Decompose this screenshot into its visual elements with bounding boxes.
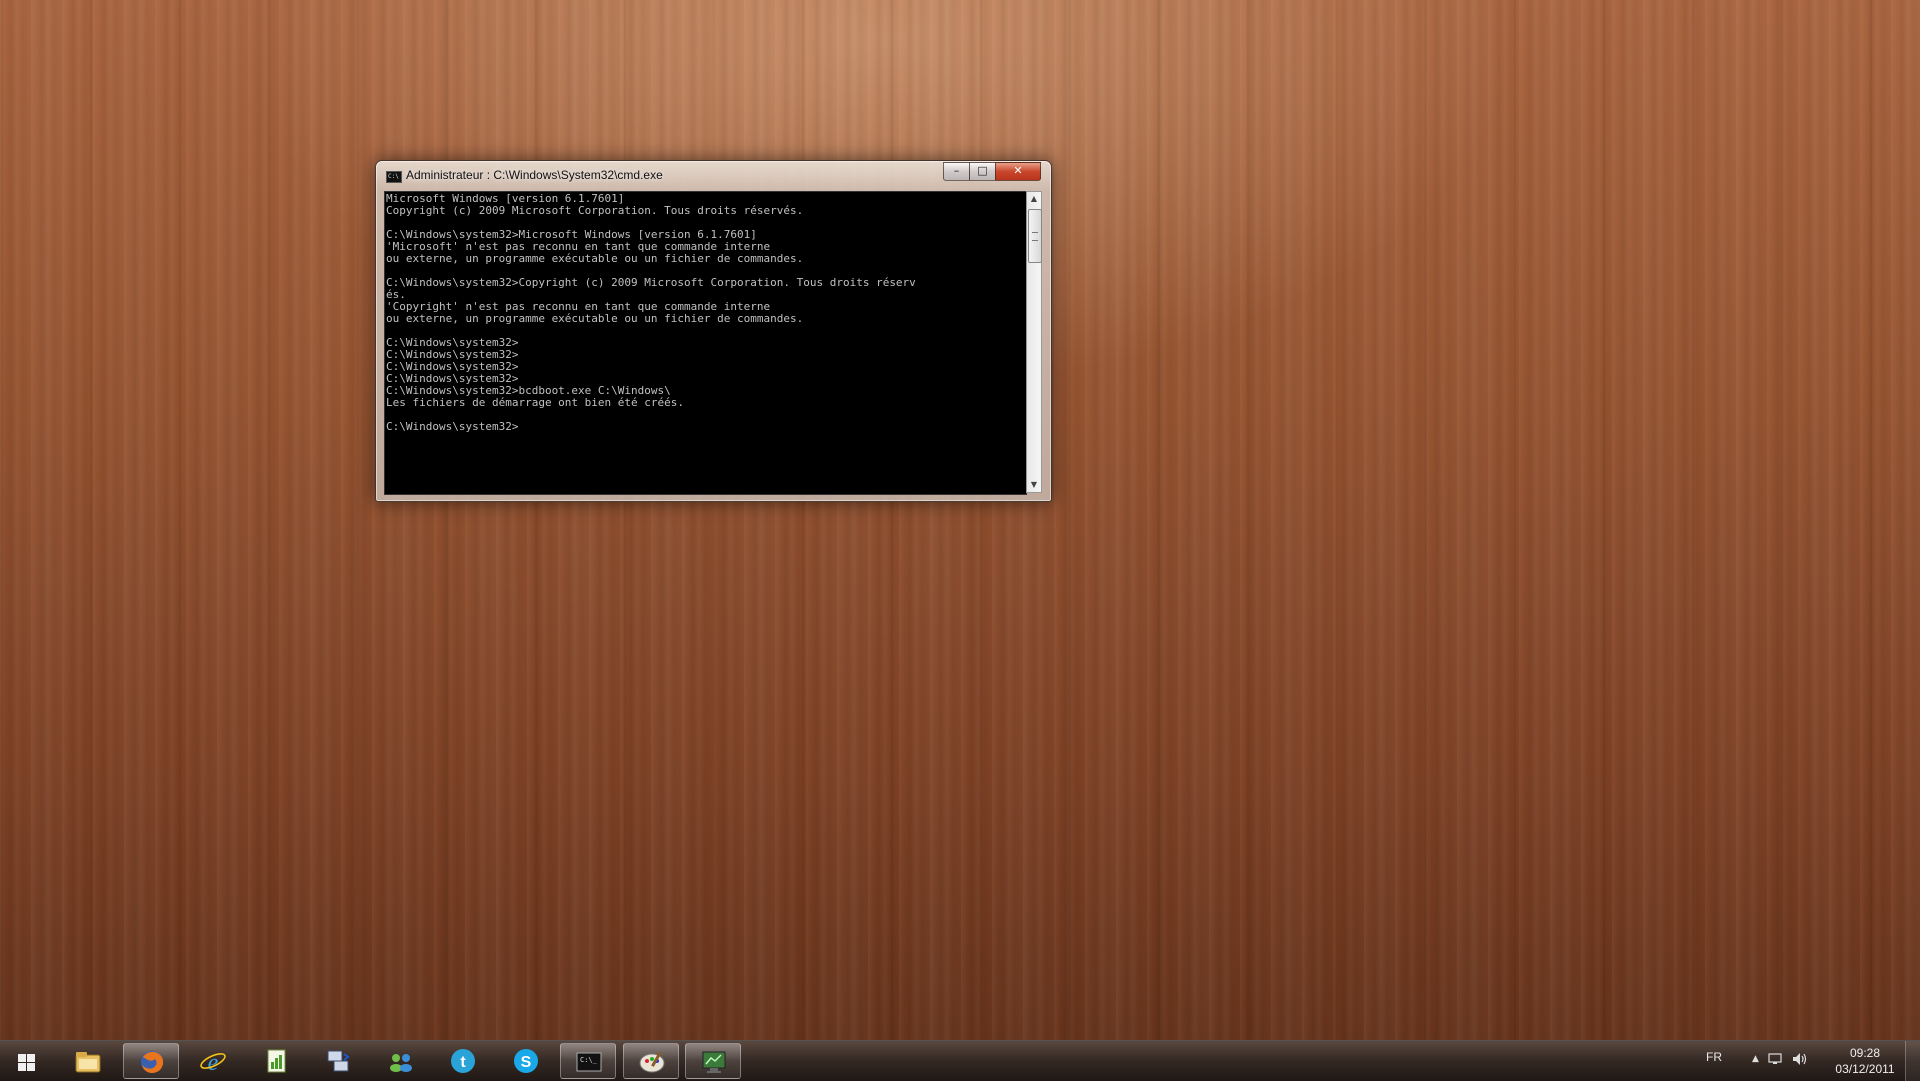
clock-date[interactable]: 03/12/2011 (1830, 1062, 1900, 1076)
show-desktop-button[interactable] (1905, 1041, 1920, 1081)
taskbar-button-monitor[interactable] (685, 1043, 741, 1079)
show-hidden-icons-icon[interactable]: ▲ (1752, 1054, 1759, 1064)
scrollbar-grip-icon (1032, 232, 1038, 241)
desktop-wallpaper (0, 0, 1920, 1040)
command-prompt-icon: C:\_ (576, 1052, 602, 1072)
svg-text:t: t (460, 1054, 466, 1071)
minimize-button[interactable]: – (943, 162, 970, 181)
maximize-button[interactable]: □ (969, 162, 996, 181)
network-icon[interactable] (1768, 1053, 1782, 1065)
close-button[interactable]: ✕ (995, 162, 1041, 181)
taskbar-button-paint[interactable] (622, 1043, 679, 1079)
network-transfer-icon (327, 1050, 350, 1072)
taskbar-button-internet-explorer[interactable]: e (185, 1043, 241, 1079)
title-bar[interactable]: C:\ Administrateur : C:\Windows\System32… (376, 161, 1051, 189)
twitter-icon: t (451, 1049, 475, 1073)
monitor-icon (702, 1051, 726, 1073)
taskbar-button-file-explorer[interactable] (60, 1043, 116, 1079)
contacts-icon (389, 1054, 412, 1072)
taskbar-button-network-transfer[interactable] (310, 1043, 366, 1079)
console-text: Microsoft Windows [version 6.1.7601] Cop… (386, 192, 916, 433)
taskbar: e t S C:\_ FR ▲ 09:28 03/12/2011 (0, 1040, 1920, 1081)
cmd-app-icon[interactable]: C:\ (386, 171, 402, 183)
vertical-scrollbar[interactable]: ▲ ▼ (1026, 191, 1042, 493)
start-button[interactable] (8, 1049, 44, 1077)
scroll-down-arrow-icon[interactable]: ▼ (1027, 478, 1041, 492)
firefox-icon (140, 1051, 163, 1073)
cmd-window[interactable]: C:\ Administrateur : C:\Windows\System32… (375, 160, 1052, 502)
clock-time[interactable]: 09:28 (1830, 1046, 1900, 1060)
system-tray: FR ▲ 09:28 03/12/2011 (1680, 1041, 1920, 1081)
scroll-up-arrow-icon[interactable]: ▲ (1027, 192, 1041, 206)
taskbar-button-skype[interactable]: S (498, 1043, 554, 1079)
console-output[interactable]: Microsoft Windows [version 6.1.7601] Cop… (384, 191, 1027, 495)
taskbar-button-command-prompt[interactable]: C:\_ (560, 1043, 616, 1079)
volume-icon[interactable] (1792, 1052, 1808, 1066)
scrollbar-thumb[interactable] (1028, 209, 1042, 263)
taskbar-button-twitter[interactable]: t (435, 1043, 491, 1079)
svg-text:C:\_: C:\_ (580, 1056, 598, 1064)
windows-logo-icon (18, 1054, 26, 1062)
window-title: Administrateur : C:\Windows\System32\cmd… (406, 168, 663, 182)
file-explorer-icon (75, 1052, 101, 1073)
notepad-chart-icon (267, 1049, 285, 1073)
internet-explorer-icon: e (200, 1050, 226, 1074)
taskbar-button-firefox[interactable] (122, 1043, 179, 1079)
taskbar-button-notepad-chart[interactable] (248, 1043, 304, 1079)
svg-text:S: S (520, 1054, 531, 1071)
taskbar-button-contacts[interactable] (373, 1043, 429, 1079)
language-indicator[interactable]: FR (1706, 1050, 1722, 1064)
paint-icon (639, 1051, 664, 1073)
skype-icon: S (513, 1049, 538, 1073)
